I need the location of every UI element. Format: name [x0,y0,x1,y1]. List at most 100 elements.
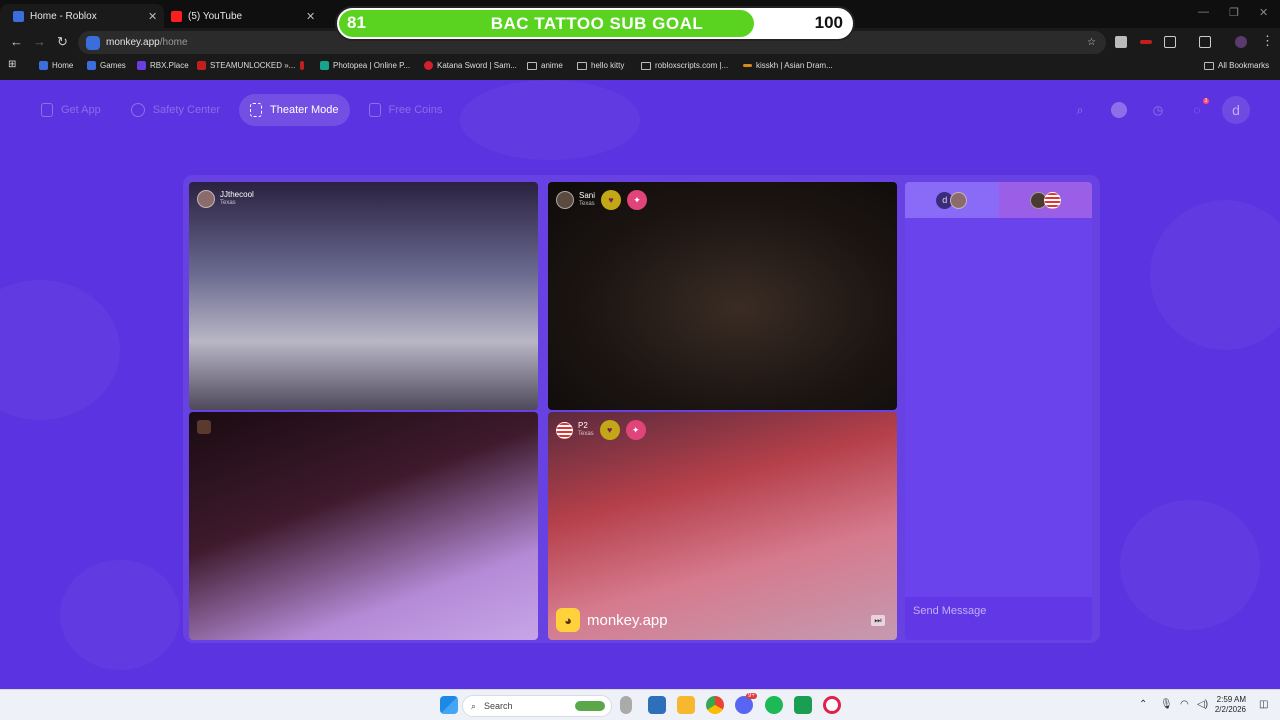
user-name: JJthecool Texas [220,190,254,206]
skip-icon[interactable]: ⏭ [871,615,885,626]
user-badge: P2 Texas ♥ ✦ [556,420,646,440]
tray-chevron-icon[interactable]: ⌃ [1139,699,1147,710]
nav-get-app[interactable]: Get App [30,94,112,126]
wifi-icon[interactable]: ◠ [1180,699,1189,710]
nav-label: Free Coins [388,104,443,116]
bookmark-photopea[interactable]: Photopea | Online P... [320,61,410,70]
photopea-icon [320,61,329,70]
minimize-icon[interactable]: — [1198,6,1209,18]
history-icon[interactable]: ◷ [1144,96,1172,124]
watermark-text: monkey.app [587,611,668,629]
search-icon: ⌕ [471,700,477,711]
bookmark-folder-anime[interactable]: anime [527,61,563,70]
video-tile-jjthecool[interactable]: JJthecool Texas [189,182,538,410]
coin-icon[interactable] [1105,96,1133,124]
taskbar-clock[interactable]: 2:59 AM 2/2/2026 [1215,695,1246,715]
profile-icon[interactable] [1235,36,1247,48]
video-tile-sani[interactable]: Sani Texas ♥ ✦ [548,182,897,410]
chrome-icon[interactable] [706,696,724,714]
puzzle-icon[interactable] [1164,36,1176,48]
user-avatar[interactable]: d [1222,96,1250,124]
forward-icon[interactable]: → [33,35,46,49]
tab-youtube[interactable]: (5) YouTube ✕ [158,4,322,28]
extension-icon[interactable] [1115,36,1127,48]
star-icon[interactable]: ☆ [1087,37,1096,48]
all-bookmarks[interactable]: All Bookmarks [1204,61,1269,70]
nav-label: Safety Center [152,104,221,116]
nav-theater-mode[interactable]: Theater Mode [239,94,350,126]
close-tab-icon[interactable]: ✕ [306,10,315,23]
bookmark-folder-robloxscripts[interactable]: robloxscripts.com |... [641,61,728,70]
phone-icon [41,103,53,117]
expand-icon [250,103,263,117]
discord-badge: 9+ [746,693,757,699]
goal-title: BAC TATTOO SUB GOAL [490,14,704,33]
tab-title: Home - Roblox [30,10,97,22]
clock-time: 2:59 AM [1216,695,1246,704]
chat-tabs: d [905,182,1092,218]
camera-icon[interactable] [197,420,211,434]
menu-icon[interactable]: ⋮ [1261,34,1274,48]
photos-icon[interactable] [648,696,666,714]
background-shape [460,80,640,160]
roblox-icon [13,10,24,22]
video-tile-self[interactable] [189,412,538,640]
bookmark-games[interactable]: Games [87,61,126,70]
opera-icon[interactable] [823,696,841,714]
reload-icon[interactable]: ↻ [57,35,68,49]
background-shape [60,560,180,670]
close-window-icon[interactable]: ✕ [1259,6,1268,19]
search-icon[interactable]: ⌕ [1066,96,1094,124]
notifications-icon[interactable]: ◫ [1259,699,1268,710]
pin-icon [300,61,304,70]
search-highlight-icon [575,701,605,711]
sidebar-icon[interactable] [1199,36,1211,48]
clock-date: 2/2/2026 [1214,705,1246,714]
spotify-icon[interactable] [765,696,783,714]
roblox-app-icon[interactable] [794,696,812,714]
gift-icon[interactable]: ✦ [625,420,646,440]
bookmark-home[interactable]: Home [39,61,73,70]
user-badge: JJthecool Texas [197,190,254,208]
katana-icon [424,61,433,70]
shield-icon [130,103,145,117]
bookmark-rbx-place[interactable]: RBX.Place [137,61,189,70]
monkey-watermark: ◕ monkey.app [556,608,668,632]
all-bookmarks-label: All Bookmarks [1218,61,1270,70]
taskbar-search[interactable]: ⌕ Search [462,695,612,717]
volume-icon[interactable]: ◁) [1197,699,1208,710]
windows-start-icon[interactable] [440,696,458,714]
us-flag-icon [556,421,573,439]
close-tab-icon[interactable]: ✕ [148,10,157,23]
heart-icon[interactable]: ♥ [599,420,620,440]
mouse-icon[interactable] [620,696,632,714]
site-info-icon[interactable] [86,35,100,50]
microphone-icon[interactable]: 🎙 [1160,699,1173,710]
messages-icon[interactable]: ◌ 1 [1183,96,1211,124]
monkey-logo-icon: ◕ [556,608,580,632]
chat-tab-partner[interactable] [998,182,1092,218]
nav-free-coins[interactable]: Free Coins [358,94,454,126]
apps-icon[interactable]: ⊞ [8,59,16,70]
bookmark-kisskh[interactable]: kisskh | Asian Dram... [743,61,833,70]
tab-roblox[interactable]: Home - Roblox ✕ [0,4,164,28]
nav-safety-center[interactable]: Safety Center [120,94,231,126]
windows-taskbar: ⌕ Search 9+ ⌃ 🎙 ◠ ◁) 2:59 AM 2/2/2026 ◫ [0,689,1280,720]
gift-icon[interactable]: ✦ [627,190,648,210]
chat-panel: d Send Message [905,182,1092,640]
bookmark-steamunlocked[interactable]: STEAMUNLOCKED »... [197,61,295,70]
file-explorer-icon[interactable] [677,696,695,714]
bookmark-pin[interactable] [300,61,308,70]
folder-icon [1204,61,1214,70]
bookmark-katana[interactable]: Katana Sword | Sam... [424,61,517,70]
heart-icon[interactable]: ♥ [601,190,622,210]
back-icon[interactable]: ← [10,35,23,49]
bookmark-folder-hello-kitty[interactable]: hello kitty [577,61,624,70]
chat-tab-self[interactable]: d [905,182,999,218]
video-tile-p2[interactable]: P2 Texas ♥ ✦ ◕ monkey.app ⏭ [548,412,897,640]
extension-icon[interactable] [1140,40,1152,44]
maximize-icon[interactable]: ❐ [1229,6,1239,19]
bookmark-label: robloxscripts.com |... [655,61,729,70]
folder-icon [577,61,587,70]
send-message-input[interactable]: Send Message [905,597,1092,640]
